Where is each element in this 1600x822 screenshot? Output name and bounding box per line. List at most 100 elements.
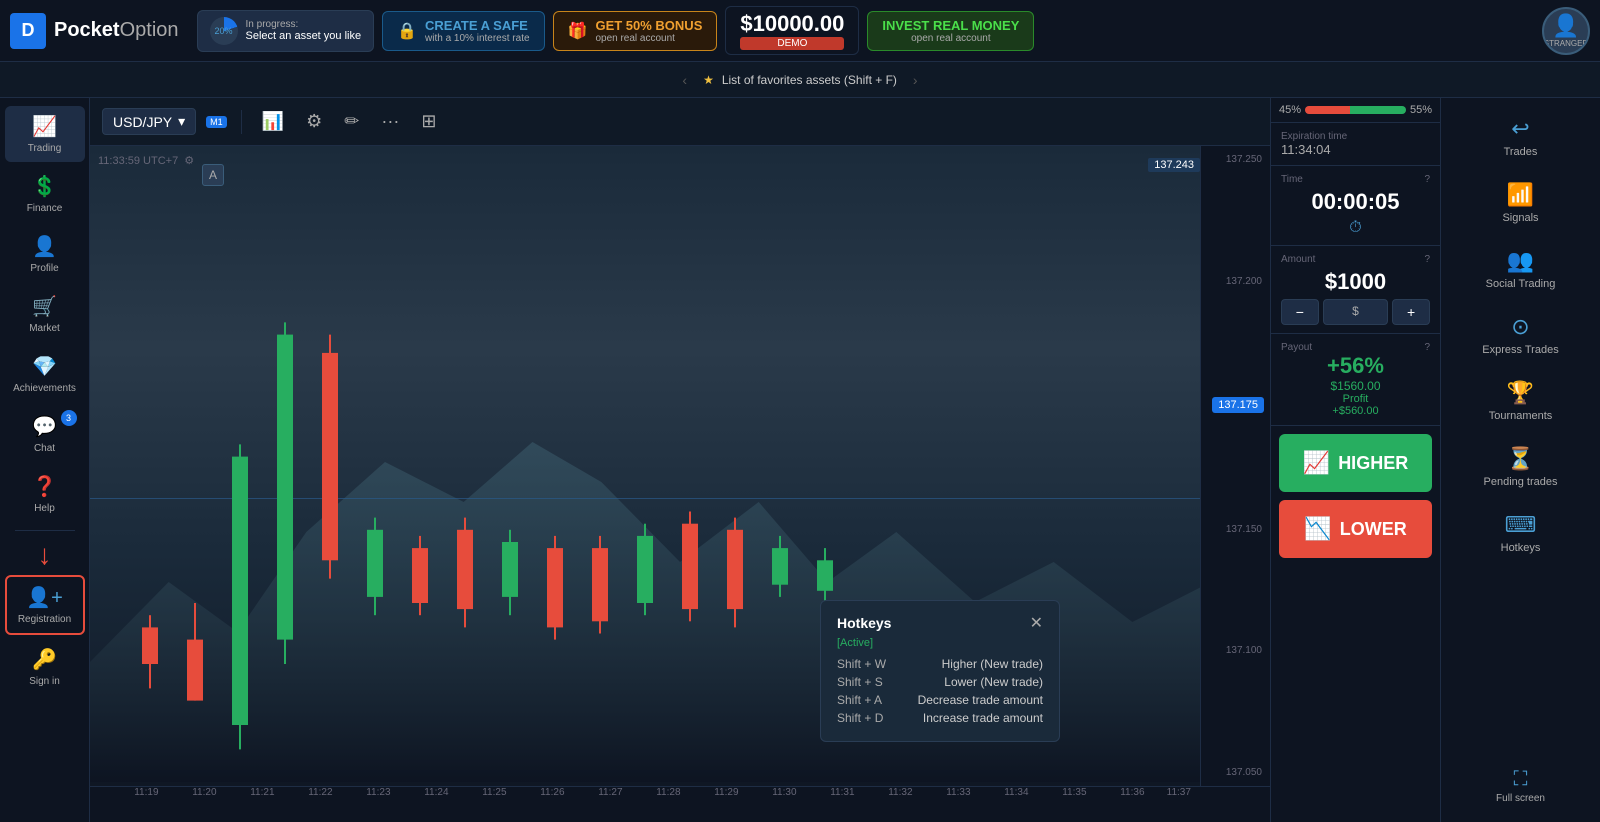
rp-item-social[interactable]: 👥 Social Trading [1451,238,1591,300]
create-safe-title: CREATE A SAFE [425,18,530,33]
hotkeys-label: Hotkeys [1501,542,1541,554]
lower-button[interactable]: 📉 LOWER [1279,500,1432,558]
down-arrow-indicator: ↓ [38,539,52,571]
higher-button[interactable]: 📈 HIGHER [1279,434,1432,492]
amount-increase-button[interactable]: + [1392,299,1430,325]
sidebar-item-finance[interactable]: 💲 Finance [5,166,85,222]
create-safe-button[interactable]: 🔒 CREATE A SAFE with a 10% interest rate [382,11,544,51]
sidebar-item-trading[interactable]: 📈 Trading [5,106,85,162]
chat-badge: 3 [61,410,77,426]
progress-button[interactable]: 20% In progress: Select an asset you lik… [197,10,375,52]
higher-icon: 📈 [1303,450,1330,476]
hotkey-desc-3: Decrease trade amount [918,693,1043,707]
signals-label: Signals [1502,212,1538,224]
progress-circle: 20% [210,17,238,45]
layout-button[interactable]: ⊞ [415,107,442,136]
create-safe-sub: with a 10% interest rate [425,33,530,44]
demo-badge: DEMO [740,37,844,50]
amount-section: Amount ? $1000 − $ + [1271,246,1440,334]
finance-icon: 💲 [32,174,57,199]
chart-area: USD/JPY ▾ M1 📊 ⚙ ✏ ··· ⊞ [90,98,1270,822]
expiry-time: 11:34:04 [1281,142,1430,157]
hotkeys-close-button[interactable]: ✕ [1030,613,1043,633]
rp-item-hotkeys[interactable]: ⌨ Hotkeys [1451,502,1591,564]
sidebar-item-chat[interactable]: 3 💬 Chat [5,406,85,462]
tournaments-label: Tournaments [1489,410,1553,422]
hotkey-row-2: Shift + S Lower (New trade) [837,675,1043,689]
trades-label: Trades [1504,146,1538,158]
hotkey-row-4: Shift + D Increase trade amount [837,711,1043,725]
nav-left-arrow[interactable]: ‹ [674,72,695,88]
amount-label: Amount [1281,254,1315,265]
rp-item-express[interactable]: ⊙ Express Trades [1451,304,1591,366]
hotkey-row-3: Shift + A Decrease trade amount [837,693,1043,707]
sidebar-item-signin[interactable]: 🔑 Sign in [5,639,85,695]
rp-item-pending[interactable]: ⏳ Pending trades [1451,436,1591,498]
logo[interactable]: D PocketOption [10,13,179,49]
price-label-3: 137.150 [1201,524,1270,535]
rp-item-tournaments[interactable]: 🏆 Tournaments [1451,370,1591,432]
sidebar-item-help[interactable]: ❓ Help [5,466,85,522]
time-tick-7: 11:26 [540,787,564,798]
favorites-star: ★ [703,73,714,87]
left-sidebar: 📈 Trading 💲 Finance 👤 Profile 🛒 Market 💎… [0,98,90,822]
right-panel: ↩ Trades 📶 Signals 👥 Social Trading ⊙ Ex… [1440,98,1600,822]
rp-item-trades[interactable]: ↩ Trades [1451,106,1591,168]
help-label: Help [34,503,55,514]
hotkeys-title: Hotkeys [837,615,891,631]
fullscreen-icon: ⛶ [1514,768,1528,791]
sidebar-item-registration[interactable]: 👤+ Registration [5,575,85,635]
express-trades-icon: ⊙ [1511,314,1529,340]
signals-icon: 📶 [1507,182,1534,208]
time-tick-17: 11:36 [1120,787,1144,798]
more-button[interactable]: ··· [375,107,405,136]
sidebar-item-profile[interactable]: 👤 Profile [5,226,85,282]
price-axis: 137.250 137.200 137.175 137.150 137.100 … [1200,146,1270,786]
achievements-icon: 💎 [32,354,57,379]
payout-pct: +56% [1281,353,1430,379]
social-trading-icon: 👥 [1507,248,1534,274]
hotkeys-icon: ⌨ [1505,512,1537,538]
market-icon: 🛒 [32,294,57,319]
amount-decrease-button[interactable]: − [1281,299,1319,325]
nav-right-arrow[interactable]: › [905,72,926,88]
payout-profit: $1560.00 [1281,379,1430,393]
higher-label: HIGHER [1338,453,1408,474]
amount-controls: − $ + [1281,299,1430,325]
progress-label: In progress: [246,19,362,30]
settings-icon[interactable]: ⚙ [184,154,194,167]
expiry-section: Expiration time 11:34:04 [1271,123,1440,166]
time-tick-15: 11:34 [1004,787,1028,798]
sidebar-item-market[interactable]: 🛒 Market [5,286,85,342]
indicators-button[interactable]: ⚙ [300,107,328,136]
asset-name: USD/JPY [113,114,172,130]
time-tick-11: 11:30 [772,787,796,798]
create-safe-text: CREATE A SAFE with a 10% interest rate [425,18,530,44]
bonus-button[interactable]: 🎁 GET 50% BONUS open real account [553,11,718,51]
avatar-label: STRANGER [1544,39,1588,48]
rp-item-signals[interactable]: 📶 Signals [1451,172,1591,234]
asset-selector[interactable]: USD/JPY ▾ [102,108,196,135]
time-help-icon: ? [1424,174,1430,185]
hotkeys-popup: Hotkeys ✕ [Active] Shift + W Higher (New… [820,600,1060,742]
main-layout: 📈 Trading 💲 Finance 👤 Profile 🛒 Market 💎… [0,98,1600,822]
hotkey-desc-1: Higher (New trade) [942,657,1043,671]
payout-help-icon: ? [1424,342,1430,353]
sidebar-item-achievements[interactable]: 💎 Achievements [5,346,85,402]
bonus-title: GET 50% BONUS [595,18,702,33]
trade-panel: 45% 55% Expiration time 11:34:04 Time ? … [1270,98,1440,822]
hotkeys-header: Hotkeys ✕ [837,613,1043,633]
invest-title: INVEST REAL MONEY [882,18,1019,33]
chart-type-button[interactable]: 📊 [256,107,290,136]
utc-label: 11:33:59 UTC+7 ⚙ [98,154,194,167]
draw-button[interactable]: ✏ [338,107,365,136]
fullscreen-button[interactable]: ⛶ Full screen [1486,758,1555,814]
safe-icon: 🔒 [397,21,417,41]
invest-button[interactable]: INVEST REAL MONEY open real account [867,11,1034,51]
amount-help-icon: ? [1424,254,1430,265]
time-tick-10: 11:29 [714,787,738,798]
avatar-button[interactable]: 👤 STRANGER [1542,7,1590,55]
price-label-1: 137.250 [1201,154,1270,165]
time-tick-9: 11:28 [656,787,680,798]
invest-sub: open real account [882,33,1019,44]
